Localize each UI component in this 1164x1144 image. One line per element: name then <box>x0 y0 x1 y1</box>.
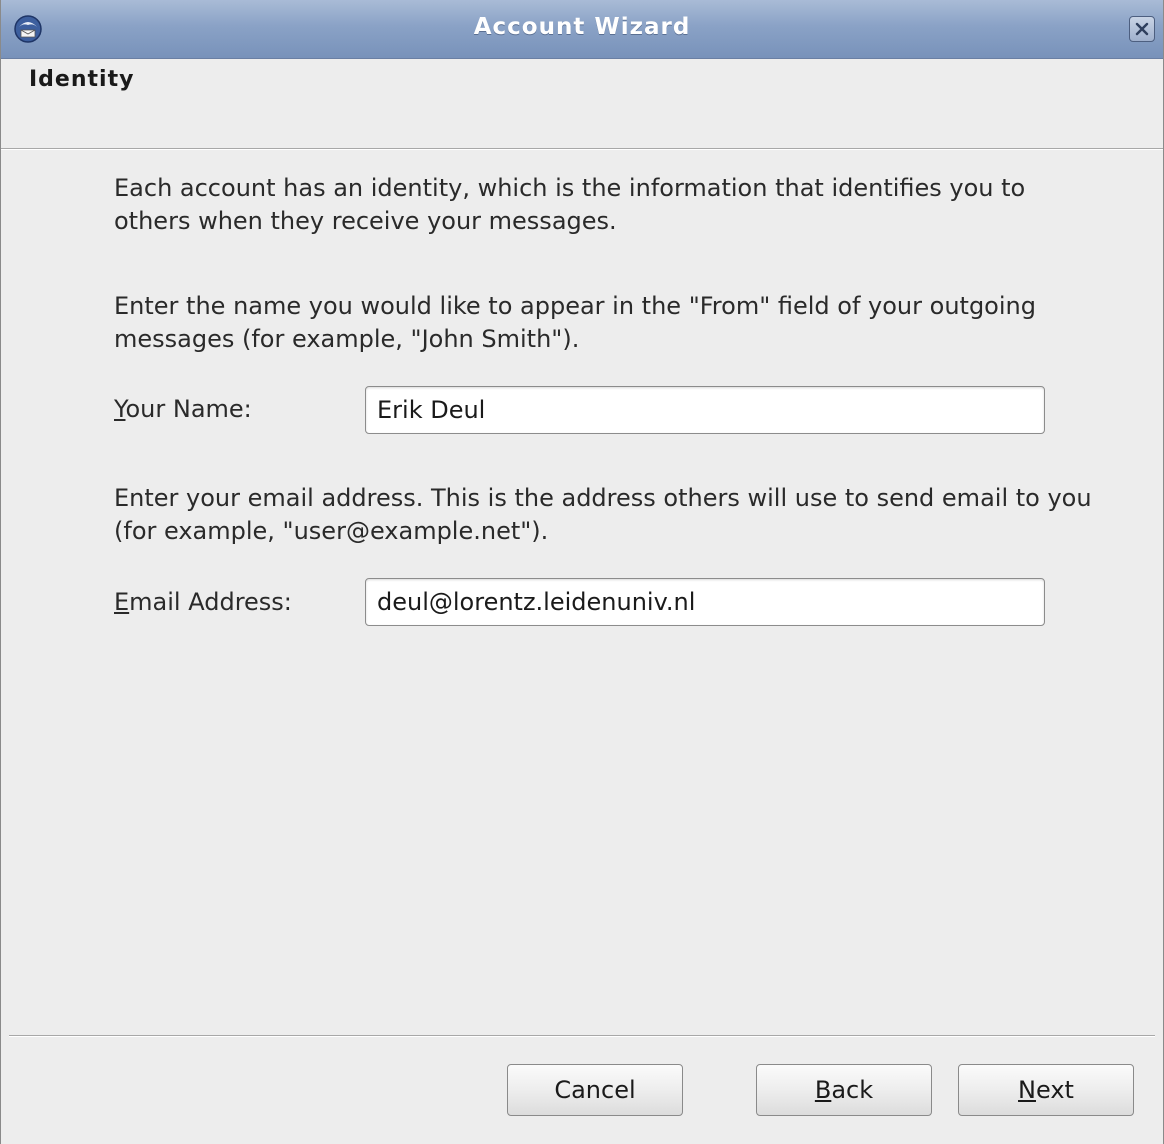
back-button-text: ack <box>831 1076 874 1104</box>
intro-text: Each account has an identity, which is t… <box>114 174 1026 235</box>
your-name-input[interactable] <box>365 386 1045 434</box>
email-address-label: Email Address: <box>114 588 292 616</box>
back-button[interactable]: Back <box>756 1064 932 1116</box>
email-address-label-mnemonic: E <box>114 588 130 616</box>
title-bar[interactable]: Account Wizard <box>1 0 1163 59</box>
footer-divider <box>9 1035 1155 1037</box>
next-button-mnemonic: N <box>1018 1076 1036 1104</box>
next-button-text: ext <box>1035 1076 1074 1104</box>
account-wizard-window: Account Wizard Identity Each account has… <box>0 0 1164 1144</box>
back-button-mnemonic: B <box>814 1076 832 1104</box>
next-button[interactable]: Next <box>958 1064 1134 1116</box>
email-instructions: Enter your email address. This is the ad… <box>114 484 1092 545</box>
close-icon[interactable] <box>1129 16 1155 42</box>
email-address-label-text: mail Address: <box>129 588 292 616</box>
window-title: Account Wizard <box>473 14 691 40</box>
email-address-input[interactable] <box>365 578 1045 626</box>
your-name-label: Your Name: <box>114 395 252 423</box>
your-name-label-text: our Name: <box>125 395 252 423</box>
header-divider <box>1 148 1163 150</box>
cancel-button[interactable]: Cancel <box>507 1064 683 1116</box>
page-title: Identity <box>29 67 135 92</box>
name-instructions: Enter the name you would like to appear … <box>114 292 1036 353</box>
wizard-header: Identity <box>1 59 1163 149</box>
your-name-label-mnemonic: Y <box>114 395 126 423</box>
